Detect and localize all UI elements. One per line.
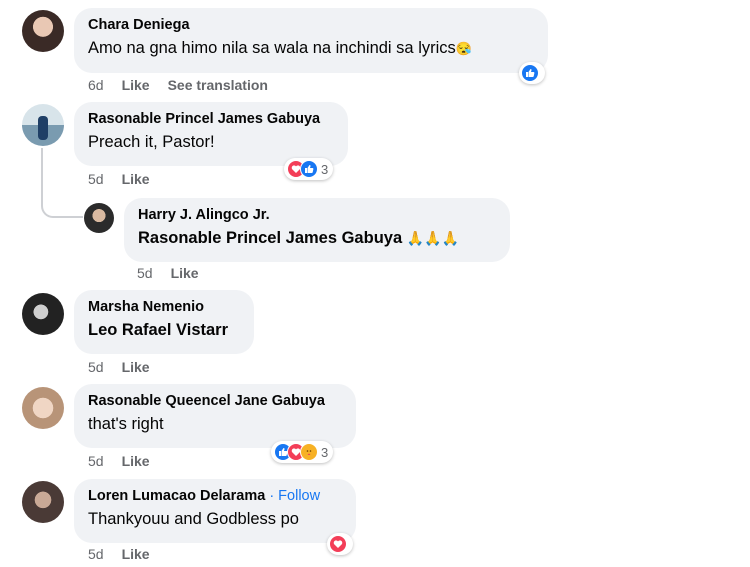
like-link[interactable]: Like (122, 77, 150, 93)
avatar[interactable] (22, 387, 64, 429)
mention-link[interactable]: Rasonable Princel James Gabuya (138, 229, 402, 247)
comment-author[interactable]: Harry J. Alingco Jr. (138, 206, 496, 224)
comment-time[interactable]: 5d (88, 546, 104, 562)
avatar[interactable] (22, 104, 64, 146)
comment-bubble: Marsha Nemenio Leo Rafael Vistarr (74, 290, 254, 354)
like-link[interactable]: Like (122, 171, 150, 187)
comment-meta: 5d Like (88, 171, 168, 187)
comment-bubble: Chara Deniega Amo na gna himo nila sa wa… (74, 8, 548, 73)
comment-time[interactable]: 6d (88, 77, 104, 93)
reaction-count: 3 (321, 444, 329, 460)
like-link[interactable]: Like (171, 265, 199, 281)
comment-time[interactable]: 5d (88, 171, 104, 187)
comment-bubble: Rasonable Queencel Jane Gabuya that's ri… (74, 384, 356, 448)
comment-bubble: Harry J. Alingco Jr. Rasonable Princel J… (124, 198, 510, 262)
like-reaction-icon (521, 64, 539, 82)
comment-meta: 5d Like (88, 453, 168, 469)
reaction-summary[interactable]: 3 (271, 441, 334, 463)
reaction-summary[interactable] (519, 62, 545, 84)
comment-author[interactable]: Chara Deniega (88, 16, 534, 34)
sleepy-face-emoji: 😪 (455, 41, 472, 56)
mention-link[interactable]: Leo Rafael Vistarr (88, 319, 240, 341)
love-reaction-icon (329, 535, 347, 553)
comment-bubble: Rasonable Princel James Gabuya Preach it… (74, 102, 348, 166)
reaction-summary[interactable]: 3 (284, 158, 334, 180)
like-link[interactable]: Like (122, 546, 150, 562)
comment-author[interactable]: Rasonable Princel James Gabuya (88, 110, 334, 128)
comment-time[interactable]: 5d (88, 359, 104, 375)
like-reaction-icon (300, 160, 318, 178)
avatar[interactable] (22, 293, 64, 335)
avatar[interactable] (84, 203, 114, 233)
comment-text: Thankyouu and Godbless po (88, 510, 299, 528)
reaction-count: 3 (321, 161, 329, 177)
folded-hands-emoji: 🙏🙏🙏 (406, 230, 460, 246)
comment-time[interactable]: 5d (137, 265, 153, 281)
comment-author[interactable]: Rasonable Queencel Jane Gabuya (88, 392, 342, 410)
care-reaction-icon (300, 443, 318, 461)
comment-meta: 5d Like (88, 546, 168, 562)
comment-text: Amo na gna himo nila sa wala na inchindi… (88, 39, 456, 57)
comment-bubble: Loren Lumacao Delarama · Follow Thankyou… (74, 479, 356, 543)
comment-meta: 5d Like (137, 265, 217, 281)
like-link[interactable]: Like (122, 359, 150, 375)
comment-author[interactable]: Loren Lumacao Delarama (88, 488, 265, 504)
avatar-figure (38, 116, 48, 140)
comment-meta: 5d Like (88, 359, 168, 375)
like-link[interactable]: Like (122, 453, 150, 469)
comment-meta: 6d Like See translation (88, 77, 286, 93)
reaction-summary[interactable] (327, 533, 353, 555)
avatar[interactable] (22, 10, 64, 52)
comment-time[interactable]: 5d (88, 453, 104, 469)
comment-text: Preach it, Pastor! (88, 133, 215, 151)
follow-link[interactable]: · Follow (269, 488, 320, 504)
comment-author[interactable]: Marsha Nemenio (88, 298, 240, 316)
see-translation-link[interactable]: See translation (168, 77, 268, 93)
comment-text: that's right (88, 415, 164, 433)
avatar[interactable] (22, 481, 64, 523)
